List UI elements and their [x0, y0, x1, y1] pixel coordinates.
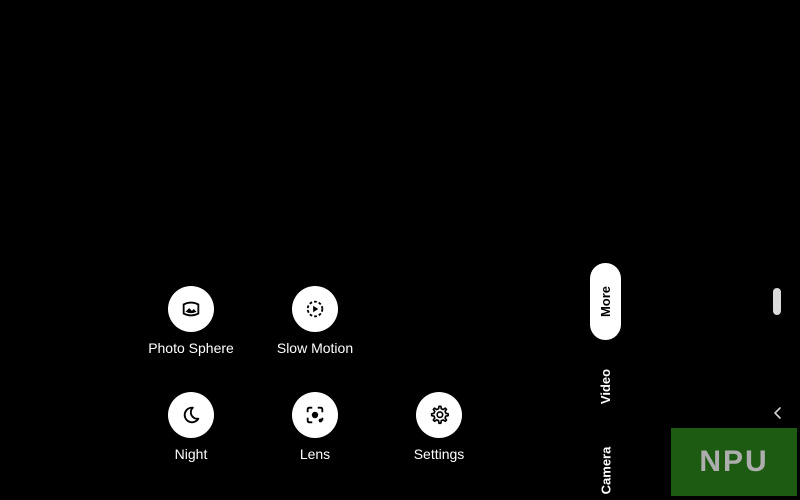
settings-label: Settings — [413, 446, 465, 462]
scrollbar-thumb[interactable] — [773, 288, 781, 315]
mode-tab-more[interactable]: More — [590, 263, 621, 340]
npu-watermark-text: NPU — [699, 445, 769, 478]
slow-motion-button[interactable]: Slow Motion — [260, 286, 370, 356]
settings-button[interactable]: Settings — [384, 392, 494, 462]
photo-sphere-button[interactable]: Photo Sphere — [136, 286, 246, 356]
mode-tab-video[interactable]: Video — [590, 355, 621, 417]
slow-motion-icon — [306, 300, 324, 318]
lens-button[interactable]: Lens — [260, 392, 370, 462]
mode-tab-camera[interactable]: Camera — [590, 440, 621, 500]
lens-label: Lens — [299, 446, 331, 462]
chevron-left-icon[interactable] — [771, 405, 785, 421]
gear-icon — [430, 405, 449, 425]
mode-tab-camera-label: Camera — [598, 446, 614, 494]
npu-watermark: NPU — [671, 428, 797, 496]
lens-icon-button[interactable] — [292, 392, 338, 438]
photo-sphere-label: Photo Sphere — [148, 340, 234, 356]
night-button[interactable]: Night — [136, 392, 246, 462]
mode-tab-more-label: More — [598, 285, 613, 318]
night-moon-icon — [183, 406, 200, 424]
mode-tab-video-label: Video — [598, 368, 614, 404]
night-label: Night — [174, 446, 208, 462]
camera-screen: Photo Sphere Slow Motion Night Lens Sett… — [0, 0, 800, 500]
lens-icon — [306, 406, 324, 424]
photo-sphere-icon-button[interactable] — [168, 286, 214, 332]
settings-icon-button[interactable] — [416, 392, 462, 438]
slow-motion-icon-button[interactable] — [292, 286, 338, 332]
slow-motion-label: Slow Motion — [276, 340, 354, 356]
photo-sphere-icon — [182, 301, 200, 317]
night-icon-button[interactable] — [168, 392, 214, 438]
